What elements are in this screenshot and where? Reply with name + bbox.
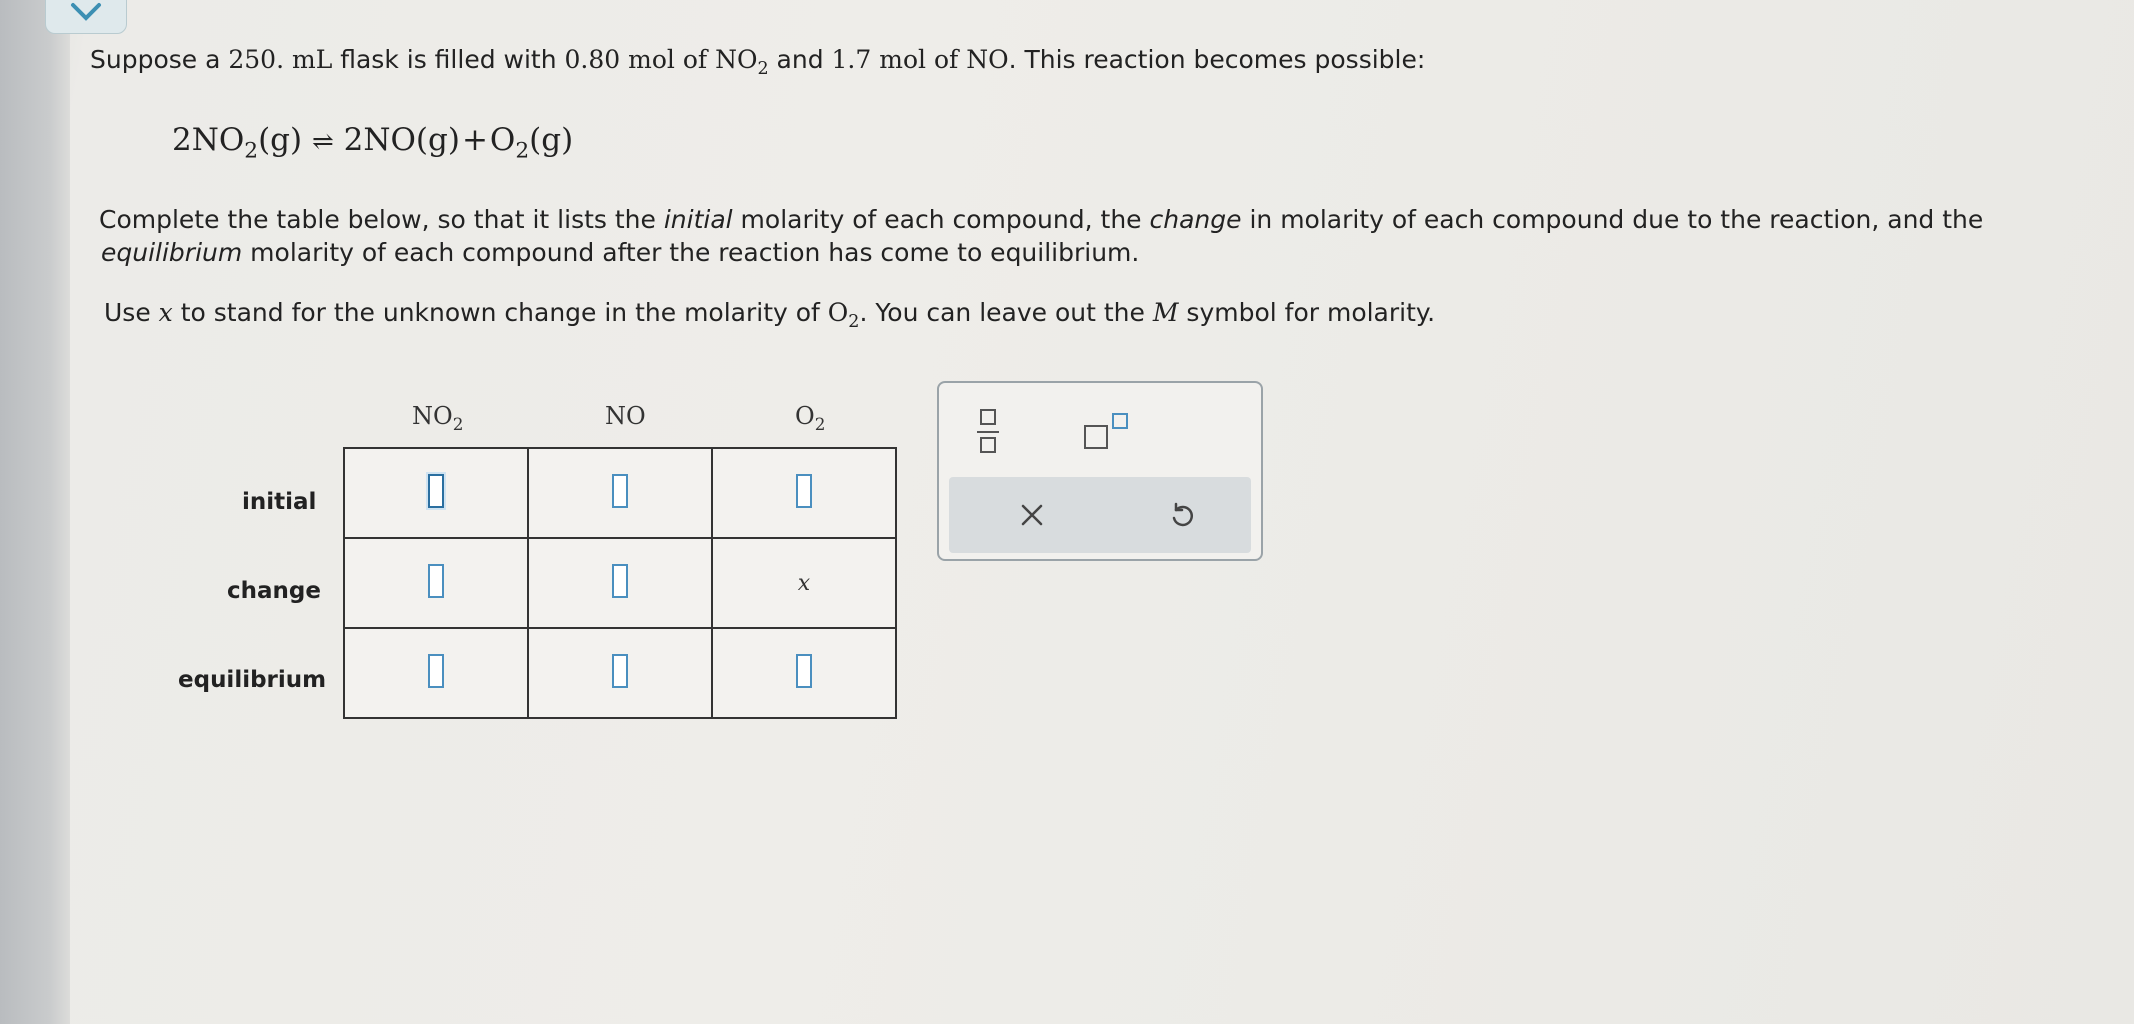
undo-button[interactable] — [1162, 495, 1202, 535]
cell-equilibrium-o2[interactable] — [711, 627, 897, 719]
intro-text: of — [926, 45, 967, 74]
column-header-o2: O2 — [795, 402, 826, 434]
toolbox-action-bar — [949, 477, 1251, 553]
table-row-change: x — [343, 537, 897, 629]
answer-input-equilibrium-o2[interactable] — [796, 654, 812, 688]
cell-change-no2[interactable] — [343, 537, 529, 629]
no-formula: NO — [966, 45, 1009, 74]
superscript-icon[interactable] — [1084, 413, 1134, 449]
instructions-line-2: equilibrium molarity of each compound af… — [101, 238, 1140, 267]
answer-input-initial-o2[interactable] — [796, 474, 812, 508]
left-edge — [0, 0, 70, 1024]
problem-intro: Suppose a 250. mL flask is filled with 0… — [90, 45, 1425, 79]
answer-input-change-no[interactable] — [612, 564, 628, 598]
answer-input-equilibrium-no[interactable] — [612, 654, 628, 688]
cell-initial-no2[interactable] — [343, 447, 529, 539]
instructions-line-3: Use x to stand for the unknown change in… — [104, 298, 1436, 333]
intro-text: flask is filled with — [332, 45, 565, 74]
reaction-equation: 2NO2(g) ⇌ 2NO(g)+O2(g) — [172, 122, 574, 164]
volume-value: 250. mL — [228, 45, 333, 74]
clear-button[interactable] — [1012, 495, 1052, 535]
no2-formula: NO2 — [715, 45, 769, 80]
collapse-toggle[interactable] — [45, 0, 127, 34]
row-header-change: change — [227, 578, 321, 604]
cell-change-no[interactable] — [527, 537, 713, 629]
cell-initial-no[interactable] — [527, 447, 713, 539]
undo-icon — [1172, 502, 1194, 527]
column-header-no: NO — [605, 402, 646, 430]
answer-input-initial-no2[interactable] — [428, 474, 444, 508]
cell-change-o2: x — [711, 537, 897, 629]
o2-formula: O2 — [827, 298, 860, 333]
intro-text: of — [674, 45, 716, 74]
change-o2-value: x — [797, 570, 811, 596]
answer-input-change-no2[interactable] — [428, 564, 444, 598]
math-toolbox — [937, 381, 1263, 561]
intro-text: and — [768, 45, 832, 74]
ice-table: x — [343, 447, 897, 719]
intro-text: Suppose a — [90, 45, 229, 74]
cell-equilibrium-no2[interactable] — [343, 627, 529, 719]
answer-input-initial-no[interactable] — [612, 474, 628, 508]
instructions-line-1: Complete the table below, so that it lis… — [99, 205, 1984, 234]
chevron-down-icon — [71, 3, 101, 21]
table-row-equilibrium — [343, 627, 897, 719]
cell-equilibrium-no[interactable] — [527, 627, 713, 719]
intro-text: . This reaction becomes possible: — [1008, 45, 1426, 74]
close-icon — [1021, 504, 1043, 526]
column-header-no2: NO2 — [412, 402, 464, 434]
table-row-initial — [343, 447, 897, 539]
no2-amount: 0.80 mol — [564, 45, 675, 74]
row-header-initial: initial — [242, 489, 317, 515]
answer-input-equilibrium-no2[interactable] — [428, 654, 444, 688]
row-header-equilibrium: equilibrium — [178, 667, 327, 693]
fraction-icon[interactable] — [977, 407, 1001, 457]
cell-initial-o2[interactable] — [711, 447, 897, 539]
no-amount: 1.7 mol — [831, 45, 926, 74]
